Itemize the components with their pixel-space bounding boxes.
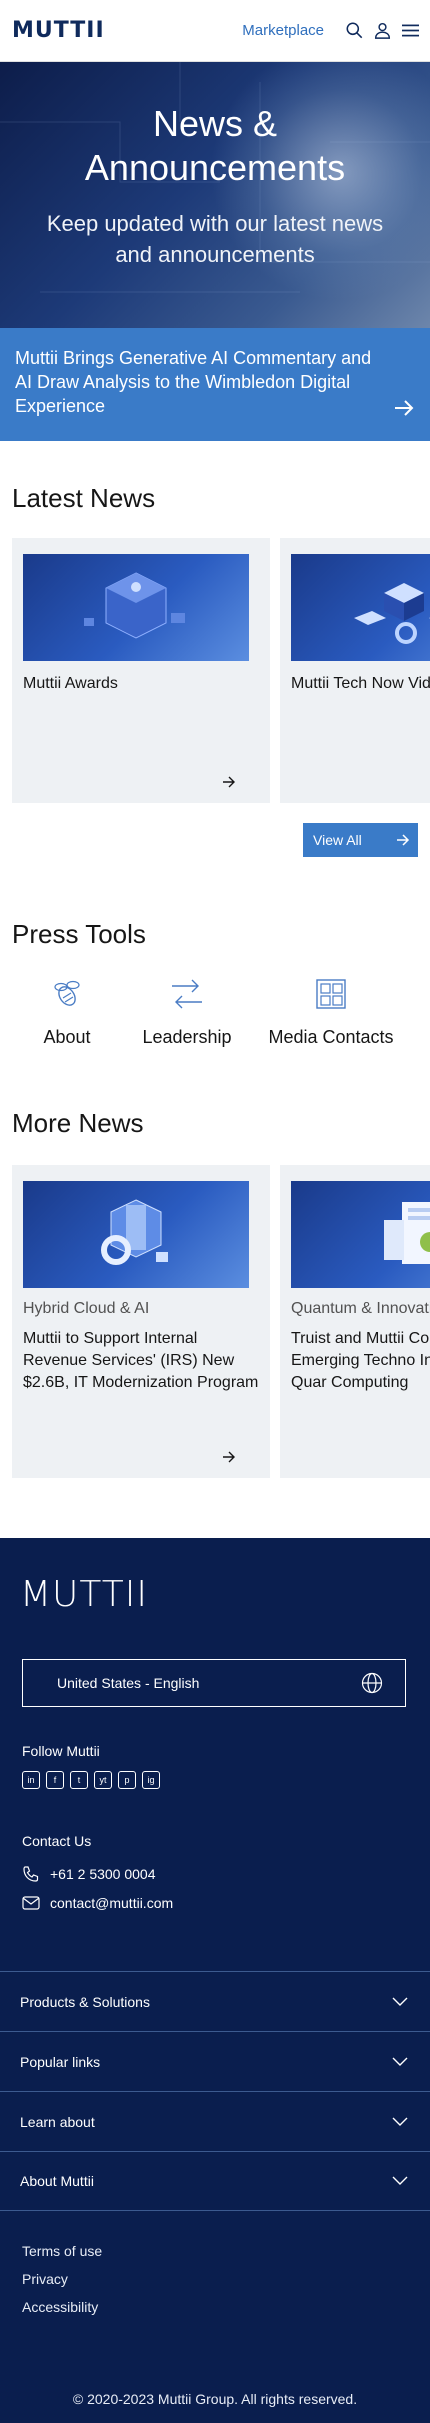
news-card-image (291, 1181, 430, 1288)
legal-links: Terms of use Privacy Accessibility (0, 2243, 430, 2315)
accordion-label: Popular links (20, 2053, 101, 2070)
accordion-popular-links[interactable]: Popular links (0, 2031, 430, 2091)
news-card-image (291, 554, 430, 661)
follow-label: Follow Muttii (22, 1743, 100, 1759)
footer-accordion: Products & Solutions Popular links Learn… (0, 1971, 430, 2211)
site-header: MUTTII Marketplace (0, 0, 430, 62)
menu-icon[interactable] (400, 21, 420, 41)
press-tool-leadership[interactable]: Leadership (122, 976, 252, 1048)
follow-section: Follow Muttii in f t yt p ig (0, 1743, 430, 1789)
site-logo[interactable]: MUTTII (12, 18, 105, 43)
view-all-button[interactable]: View All (303, 823, 418, 857)
more-news-heading: More News (12, 1108, 144, 1138)
news-card-title: Muttii Tech Now Vide (291, 675, 430, 692)
news-card-title: Muttii Awards (23, 675, 118, 692)
search-icon[interactable] (344, 21, 364, 41)
facebook-icon[interactable]: f (46, 1771, 64, 1789)
footer-logo[interactable]: MUTTII (0, 1574, 430, 1615)
chevron-down-icon (392, 2117, 408, 2126)
press-tools-heading: Press Tools (12, 919, 146, 949)
press-tool-media-contacts[interactable]: Media Contacts (252, 976, 410, 1048)
accordion-label: Learn about (20, 2113, 95, 2130)
view-all-label: View All (313, 832, 362, 848)
news-card[interactable]: Muttii Awards (12, 538, 270, 803)
user-icon[interactable] (372, 21, 392, 41)
latest-news-carousel: Muttii Awards Muttii Tech Now Vide (0, 538, 430, 803)
contact-section: Contact Us +61 2 5300 0004 contact@mutti… (0, 1833, 430, 1911)
news-card-title: Truist and Muttii Coll on Emerging Techn… (291, 1330, 430, 1391)
terms-link[interactable]: Terms of use (22, 2243, 408, 2259)
mail-icon (22, 1896, 40, 1910)
accordion-learn-about[interactable]: Learn about (0, 2091, 430, 2151)
news-card[interactable]: Muttii Tech Now Vide (280, 538, 430, 803)
social-links: in f t yt p ig (22, 1771, 408, 1789)
news-card-title: Muttii to Support Internal Revenue Servi… (23, 1330, 259, 1391)
news-card-category: Quantum & Innovatio (291, 1300, 430, 1317)
latest-news-section: Latest News Muttii Awards Muttii Tech No… (0, 483, 430, 857)
press-tools-list: About Leadership Media Contacts (0, 976, 430, 1048)
language-selector[interactable]: United States - English (22, 1659, 406, 1707)
pinterest-icon[interactable]: p (118, 1771, 136, 1789)
press-tool-about[interactable]: About (12, 976, 122, 1048)
press-tool-label: Leadership (142, 1027, 232, 1047)
chevron-down-icon (392, 1997, 408, 2006)
privacy-link[interactable]: Privacy (22, 2271, 408, 2287)
email-address: contact@muttii.com (50, 1895, 174, 1911)
hero-banner: News & Announcements Keep updated with o… (0, 62, 430, 328)
instagram-icon[interactable]: ig (142, 1771, 160, 1789)
arrows-exchange-icon (172, 979, 202, 1009)
hero-title: News & Announcements (0, 62, 430, 190)
press-tool-label: Media Contacts (268, 1027, 394, 1047)
linkedin-icon[interactable]: in (22, 1771, 40, 1789)
latest-news-heading: Latest News (12, 483, 156, 513)
twitter-icon[interactable]: t (70, 1771, 88, 1789)
phone-icon (23, 1866, 39, 1882)
press-tools-section: Press Tools About Leadership Media Conta… (0, 919, 430, 1048)
news-card-image (23, 554, 249, 661)
more-news-carousel: Hybrid Cloud & AI Muttii to Support Inte… (0, 1165, 430, 1478)
news-card-category: Hybrid Cloud & AI (23, 1300, 150, 1317)
more-news-section: More News Hybrid Cloud & AI Muttii to Su… (0, 1108, 430, 1478)
accordion-about-muttii[interactable]: About Muttii (0, 2151, 430, 2211)
news-card[interactable]: Hybrid Cloud & AI Muttii to Support Inte… (12, 1165, 270, 1478)
featured-news-banner[interactable]: Muttii Brings Generative AI Commentary a… (0, 328, 430, 441)
site-footer: MUTTII United States - English Follow Mu… (0, 1538, 430, 2423)
contact-label: Contact Us (22, 1833, 92, 1849)
language-label: United States - English (57, 1675, 200, 1691)
accessibility-link[interactable]: Accessibility (22, 2299, 408, 2315)
chevron-down-icon (392, 2057, 408, 2066)
globe-icon (361, 1672, 383, 1694)
marketplace-link[interactable]: Marketplace (242, 22, 324, 39)
press-tool-label: About (43, 1027, 91, 1047)
youtube-icon[interactable]: yt (94, 1771, 112, 1789)
arrow-right-icon (222, 1450, 236, 1468)
accordion-label: About Muttii (20, 2173, 94, 2189)
hero-title-line2: Announcements (84, 147, 346, 188)
featured-news-text: Muttii Brings Generative AI Commentary a… (15, 348, 372, 416)
bee-icon (54, 980, 80, 1006)
hero-title-line1: News & (152, 103, 278, 144)
accordion-label: Products & Solutions (20, 1993, 150, 2010)
arrow-right-icon (397, 834, 410, 846)
phone-row[interactable]: +61 2 5300 0004 (22, 1865, 408, 1883)
news-card-image (23, 1181, 249, 1288)
hero-subtitle: Keep updated with our latest news and an… (46, 211, 384, 267)
arrow-right-icon (394, 399, 414, 423)
chevron-down-icon (392, 2176, 408, 2185)
contact-grid-icon (316, 979, 346, 1009)
news-card[interactable]: Quantum & Innovatio Truist and Muttii Co… (280, 1165, 430, 1478)
phone-number: +61 2 5300 0004 (50, 1866, 156, 1882)
accordion-products-solutions[interactable]: Products & Solutions (0, 1971, 430, 2031)
copyright-text: © 2020-2023 Muttii Group. All rights res… (72, 2391, 358, 2407)
arrow-right-icon (222, 775, 236, 793)
email-row[interactable]: contact@muttii.com (22, 1895, 408, 1911)
